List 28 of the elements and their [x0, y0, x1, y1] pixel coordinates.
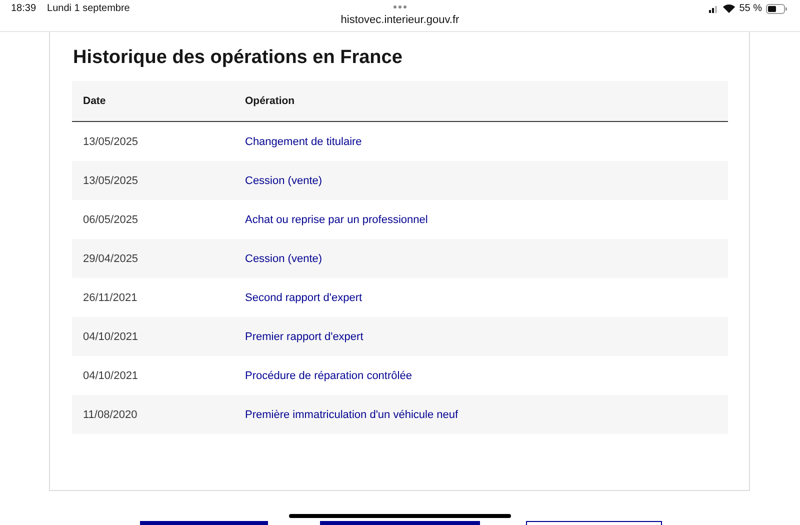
column-header: Date: [72, 81, 234, 122]
operation-link[interactable]: Première immatriculation d'un véhicule neuf: [245, 408, 458, 420]
date-cell: 04/10/2021: [72, 317, 234, 356]
home-indicator[interactable]: [289, 514, 511, 518]
date-cell: 13/05/2025: [72, 161, 234, 200]
date-cell: 06/05/2025: [72, 200, 234, 239]
operation-link[interactable]: Second rapport d'expert: [245, 292, 362, 304]
column-header: Opération: [234, 81, 728, 122]
date-cell: 29/04/2025: [72, 239, 234, 278]
signal-icon: [709, 4, 720, 12]
operation-link[interactable]: Changement de titulaire: [245, 136, 362, 148]
date-cell: 26/11/2021: [72, 278, 234, 317]
section-title: Historique des opérations en France: [73, 46, 404, 70]
battery-percent: 55 %: [739, 3, 762, 14]
operation-link[interactable]: Procédure de réparation contrôlée: [245, 370, 412, 382]
operation-link[interactable]: Premier rapport d'expert: [245, 330, 364, 342]
date-cell: 11/08/2020: [72, 395, 234, 434]
date-cell: 04/10/2021: [72, 356, 234, 395]
clock-time: 18:39: [11, 3, 36, 14]
battery-icon: [766, 4, 788, 14]
operation-link[interactable]: Cession (vente): [245, 252, 322, 264]
operation-link[interactable]: Achat ou reprise par un professionnel: [245, 214, 428, 226]
more-icon[interactable]: [393, 5, 407, 9]
operation-link[interactable]: Cession (vente): [245, 174, 322, 186]
date-text: Lundi 1 septembre: [47, 3, 130, 14]
wifi-icon: [723, 4, 736, 13]
date-cell: 13/05/2025: [72, 122, 234, 161]
page-url[interactable]: histovec.interieur.gouv.fr: [340, 14, 460, 26]
